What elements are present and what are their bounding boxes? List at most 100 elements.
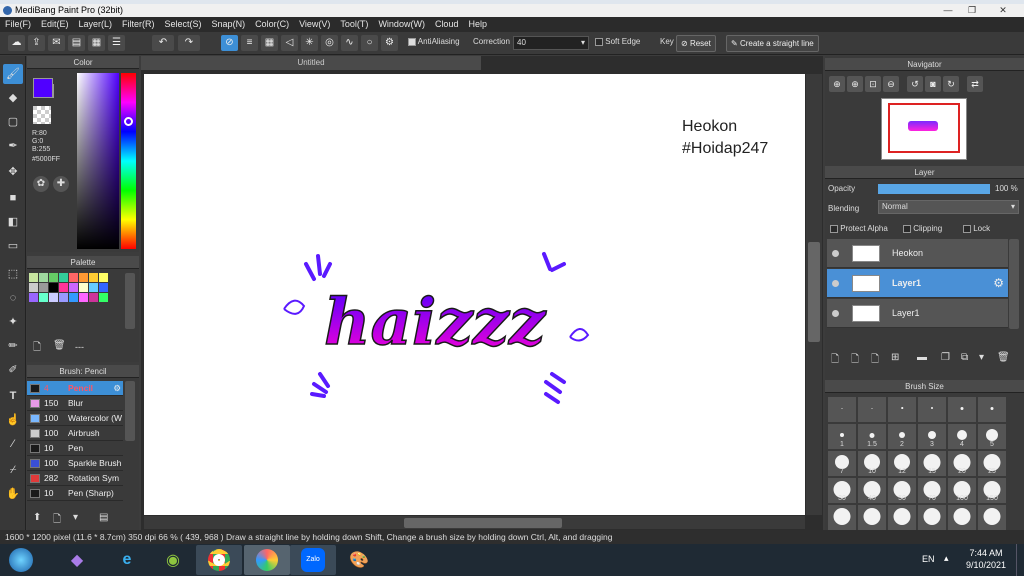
vertical-scrollbar[interactable] [806, 74, 822, 515]
eraser-tool-icon[interactable]: ◆ [3, 88, 23, 108]
zoom-out-icon[interactable]: ⊖ [883, 76, 899, 92]
eye-icon[interactable] [832, 310, 839, 317]
palette-swatch[interactable] [99, 283, 108, 292]
palette-swatch[interactable] [59, 283, 68, 292]
concentric-snap-icon[interactable]: ◎ [321, 35, 338, 51]
eye-icon[interactable] [832, 280, 839, 287]
clock[interactable]: 7:44 AM 9/10/2021 [958, 547, 1014, 571]
gear-icon[interactable]: ⚙ [381, 35, 398, 51]
brush-size-cell[interactable] [887, 504, 917, 530]
brush-tool-icon[interactable]: 🖌 [3, 64, 23, 84]
palette-swatch[interactable] [99, 293, 108, 302]
snap-off-icon[interactable]: ⊘ [221, 35, 238, 51]
folder-icon[interactable]: ▬ [917, 352, 927, 363]
merge-icon[interactable]: ⧉ [961, 352, 968, 363]
palette-swatch[interactable] [69, 273, 78, 282]
brush-item[interactable]: 282 Rotation Sym [27, 471, 123, 486]
bucket-tool-icon[interactable]: ◧ [3, 212, 23, 232]
visual-studio-icon[interactable]: ◆ [54, 545, 100, 575]
comment-icon[interactable]: ✉ [48, 35, 65, 51]
new-palette-icon[interactable]: 🗋 [33, 340, 41, 357]
rotate-right-icon[interactable]: ↻ [943, 76, 959, 92]
palette-scrollbar[interactable] [125, 273, 135, 329]
brush-item[interactable]: 100 Airbrush [27, 426, 123, 441]
new-layer-3-icon[interactable]: 🗋 [871, 352, 879, 369]
palette-swatch[interactable] [79, 283, 88, 292]
reset-rotation-icon[interactable]: ◙ [925, 76, 941, 92]
layer-row[interactable]: Layer1 [827, 299, 1008, 328]
parallel-snap-icon[interactable]: ≡ [241, 35, 258, 51]
select-tool-icon[interactable]: ⬚ [3, 264, 23, 284]
medibang-task-icon[interactable] [244, 545, 290, 575]
brush-size-cell[interactable] [887, 396, 917, 423]
brush-list-icon[interactable]: ▤ [99, 512, 108, 523]
brush-add-icon[interactable]: ⬆ [33, 512, 41, 523]
vertical-scroll-thumb[interactable] [808, 242, 820, 342]
palette-swatch[interactable] [39, 283, 48, 292]
layer-row[interactable]: Layer1 ⚙ [827, 269, 1008, 298]
zalo-icon[interactable]: Zalo [290, 545, 336, 575]
curve-snap-icon[interactable]: ∿ [341, 35, 358, 51]
brush-size-cell[interactable]: 15 [917, 450, 947, 477]
menu-item-snapn[interactable]: Snap(N) [207, 17, 251, 32]
layer-menu-icon[interactable]: ▾ [979, 352, 984, 363]
eyedropper-tool-icon[interactable]: ⁄ [3, 434, 23, 454]
brush-size-cell[interactable]: 150 [977, 477, 1007, 504]
brush-size-cell[interactable]: 100 [947, 477, 977, 504]
brush-size-cell[interactable]: 40 [857, 477, 887, 504]
tray-chevron-icon[interactable]: ▴ [944, 553, 949, 564]
brush-size-cell[interactable]: 5 [977, 423, 1007, 450]
palette-swatch[interactable] [59, 273, 68, 282]
lock-check[interactable] [963, 224, 971, 233]
palette-swatch[interactable] [69, 283, 78, 292]
soft-edge-check[interactable] [595, 37, 603, 46]
brush-size-cell[interactable] [857, 504, 887, 530]
brush-size-cell[interactable]: 50 [887, 477, 917, 504]
palette-swatch[interactable] [89, 283, 98, 292]
layer-row[interactable]: Heokon [827, 239, 1008, 268]
menu-item-toolt[interactable]: Tool(T) [335, 17, 373, 32]
palette-swatch[interactable] [59, 293, 68, 302]
palette-swatch[interactable] [69, 293, 78, 302]
brush-size-cell[interactable] [977, 504, 1007, 530]
lock-checkbox[interactable]: Lock [963, 224, 990, 233]
palette-swatch[interactable] [89, 293, 98, 302]
brush-item[interactable]: 10 Pen (Sharp) [27, 486, 123, 501]
palette-swatch[interactable] [99, 273, 108, 282]
brush-new-icon[interactable]: 🗋 [53, 512, 61, 529]
brush-size-cell[interactable]: 7 [827, 450, 857, 477]
menu-item-cloud[interactable]: Cloud [430, 17, 464, 32]
brush-item[interactable]: 4 Pencil ⚙ [27, 381, 123, 396]
brush-size-cell[interactable]: 1 [827, 423, 857, 450]
menu-item-colorc[interactable]: Color(C) [250, 17, 294, 32]
rectangle-tool-icon[interactable]: ▢ [3, 112, 23, 132]
eye-icon[interactable] [832, 250, 839, 257]
list-icon[interactable]: ☰ [108, 35, 125, 51]
clipping-checkbox[interactable]: Clipping [903, 224, 942, 233]
brush-size-cell[interactable] [977, 396, 1007, 423]
opacity-slider[interactable] [878, 184, 990, 194]
palette-swatch[interactable] [39, 273, 48, 282]
brush-size-cell[interactable]: 30 [827, 477, 857, 504]
coccoc-browser-icon[interactable]: ◉ [150, 545, 196, 575]
perspective-snap-icon[interactable]: ◁ [281, 35, 298, 51]
palette-swatch[interactable] [29, 293, 38, 302]
palette-swatch[interactable] [29, 283, 38, 292]
internet-explorer-icon[interactable]: e [104, 545, 150, 575]
antialiasing-check[interactable] [408, 37, 416, 46]
maximize-button[interactable]: ❐ [962, 4, 982, 16]
grid-snap-icon[interactable]: ▦ [261, 35, 278, 51]
radial-snap-icon[interactable]: ✳ [301, 35, 318, 51]
brush-size-cell[interactable] [917, 504, 947, 530]
palette-swatch[interactable] [49, 293, 58, 302]
duplicate-icon[interactable]: ❐ [941, 352, 950, 363]
palette-swatch[interactable] [79, 273, 88, 282]
drawing-canvas[interactable]: Heokon #Hoidap247 haizzz [144, 74, 805, 515]
palette-swatch[interactable] [49, 273, 58, 282]
menu-item-layerl[interactable]: Layer(L) [74, 17, 118, 32]
pen-tool-icon[interactable]: ✒ [3, 136, 23, 156]
show-desktop-button[interactable] [1016, 544, 1024, 576]
select-pen-icon[interactable]: ✏ [3, 336, 23, 356]
brush-size-cell[interactable] [827, 396, 857, 423]
protect-alpha-checkbox[interactable]: Protect Alpha [830, 224, 888, 233]
